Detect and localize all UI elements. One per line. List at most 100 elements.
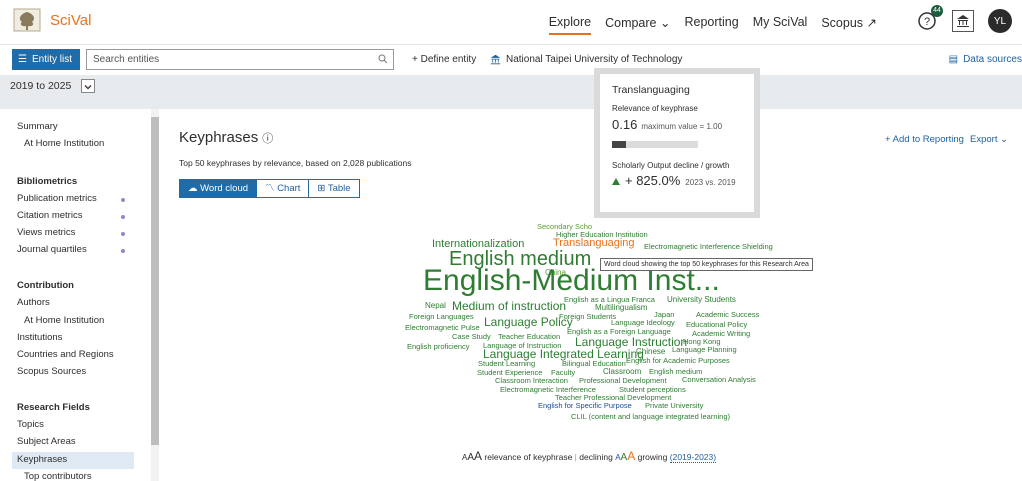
keyphrase-word[interactable]: Teacher Education <box>498 333 560 341</box>
plus-icon: + <box>412 54 418 65</box>
sidebar-item-at-home-institution[interactable]: At Home Institution <box>24 315 104 326</box>
sidebar-item-institutions[interactable]: Institutions <box>17 332 62 343</box>
tab-table[interactable]: ⊞ Table <box>308 179 360 198</box>
keyphrase-word[interactable]: Medium of instruction <box>452 300 566 312</box>
keyphrase-word[interactable]: Electromagnetic Interference Shielding <box>644 243 773 251</box>
metric-dot-icon <box>121 232 125 236</box>
year-range-dropdown[interactable] <box>81 79 95 93</box>
relevance-bar <box>612 141 698 148</box>
institution-icon <box>957 15 969 27</box>
database-icon: ▤ <box>948 54 959 65</box>
sidebar-item-citation-metrics[interactable]: Citation metrics <box>17 210 82 221</box>
legend-size-medium: A <box>467 452 475 463</box>
user-avatar[interactable]: YL <box>988 9 1012 33</box>
sidebar-item-countries-and-regions[interactable]: Countries and Regions <box>17 349 114 360</box>
nav-explore[interactable]: Explore <box>548 15 592 35</box>
legend-color-growing: A <box>627 449 636 463</box>
keyphrase-word[interactable]: Multilingualism <box>595 304 647 312</box>
metric-dot-icon <box>121 198 125 202</box>
keyphrase-word[interactable]: English for Specific Purpose <box>538 402 632 410</box>
external-link-icon: ↗ <box>866 16 877 30</box>
nav-scopus[interactable]: Scopus ↗ <box>821 15 877 35</box>
sidebar-item-authors[interactable]: Authors <box>17 297 50 308</box>
keyphrase-word[interactable]: Private University <box>645 402 703 410</box>
keyphrase-word[interactable]: Language Planning <box>672 346 737 354</box>
line-chart-icon: 〽 <box>265 183 275 194</box>
keyphrase-word[interactable]: University Students <box>667 296 736 304</box>
keyphrase-word[interactable]: Chinese <box>636 348 665 356</box>
legend-period-link[interactable]: (2019-2023) <box>669 452 717 463</box>
institution-icon <box>490 54 501 65</box>
sidebar-item-summary[interactable]: Summary <box>17 121 58 132</box>
keyphrase-word[interactable]: Educational Policy <box>686 321 747 329</box>
keyphrase-word[interactable]: Language Policy <box>484 316 573 328</box>
sidebar-item-scopus-sources[interactable]: Scopus Sources <box>17 366 86 377</box>
sidebar-item-bibliometrics: Bibliometrics <box>17 176 78 187</box>
keyphrase-word[interactable]: Professional Development <box>579 377 667 385</box>
chevron-down-icon: ⌄ <box>660 16 671 30</box>
search-input[interactable]: Search entities <box>86 49 394 70</box>
add-to-reporting-link[interactable]: + Add to Reporting <box>885 134 964 145</box>
info-icon[interactable]: ⓘ <box>262 133 273 145</box>
sidebar-scrollbar-thumb[interactable] <box>151 117 159 445</box>
sidebar-item-topics[interactable]: Topics <box>17 419 44 430</box>
legend-relevance-label: relevance of keyphrase <box>484 452 573 462</box>
keyphrase-word[interactable]: English proficiency <box>407 343 470 351</box>
growth-up-icon <box>612 178 620 185</box>
keyphrase-word[interactable]: Electromagnetic Pulse <box>405 324 480 332</box>
sidebar-item-keyphrases[interactable]: Keyphrases <box>17 454 67 465</box>
app-name: SciVal <box>50 11 92 29</box>
entity-list-button[interactable]: ☰ Entity list <box>12 49 80 70</box>
search-icon <box>378 54 388 64</box>
scival-logo[interactable]: SciVal <box>12 7 91 33</box>
keyphrase-word[interactable]: Conversation Analysis <box>682 376 756 384</box>
sidebar-item-top-contributors[interactable]: Top contributors <box>24 471 92 481</box>
define-entity-button[interactable]: + Define entity <box>412 54 476 65</box>
page-title: Keyphrases ⓘ <box>179 129 274 146</box>
keyphrase-word[interactable]: English for Academic Purposes <box>626 357 730 365</box>
sidebar-item-at-home-institution[interactable]: At Home Institution <box>24 138 104 149</box>
sidebar-item-contribution: Contribution <box>17 280 74 291</box>
sidebar-item-journal-quartiles[interactable]: Journal quartiles <box>17 244 87 255</box>
nav-compare[interactable]: Compare ⌄ <box>605 15 670 35</box>
view-tabs: ☁ Word cloud 〽 Chart ⊞ Table <box>179 179 360 198</box>
relevance-value: 0.16 <box>612 117 638 132</box>
header-icons: ? 44 YL <box>916 5 1012 33</box>
keyphrase-word[interactable]: CLIL (content and language integrated le… <box>571 413 730 421</box>
keyphrase-word[interactable]: Language Ideology <box>611 319 675 327</box>
metric-dot-icon <box>121 215 125 219</box>
sidebar-item-subject-areas[interactable]: Subject Areas <box>17 436 76 447</box>
keyphrase-word[interactable]: Academic Success <box>696 311 759 319</box>
current-institution[interactable]: National Taipei University of Technology <box>490 54 682 65</box>
entity-toolbar: ☰ Entity list Search entities + Define e… <box>0 44 1022 74</box>
nav-reporting[interactable]: Reporting <box>684 15 738 35</box>
word-cloud-tooltip: Word cloud showing the top 50 keyphrases… <box>600 258 813 271</box>
growth-period: 2023 vs. 2019 <box>685 178 736 187</box>
keyphrase-word[interactable]: Classroom <box>603 368 641 376</box>
relevance-bar-fill <box>612 141 626 148</box>
sidebar-item-publication-metrics[interactable]: Publication metrics <box>17 193 97 204</box>
menu-icon: ☰ <box>18 54 27 65</box>
keyphrase-word[interactable]: Nepal <box>425 302 446 310</box>
legend-declining-label: declining <box>579 452 613 462</box>
sidebar-item-views-metrics[interactable]: Views metrics <box>17 227 75 238</box>
year-range-bar: 2019 to 2025 <box>0 75 1022 109</box>
help-button[interactable]: ? 44 <box>916 5 943 32</box>
keyphrase-word[interactable]: Classroom Interaction <box>495 377 568 385</box>
legend-size-large: A <box>474 449 483 463</box>
metric-dot-icon <box>121 249 125 253</box>
tab-chart[interactable]: 〽 Chart <box>256 179 310 198</box>
keyphrase-word[interactable]: Case Study <box>452 333 491 341</box>
nav-my-scival[interactable]: My SciVal <box>753 15 808 35</box>
chevron-down-icon <box>84 85 92 90</box>
institution-button[interactable] <box>952 10 974 32</box>
data-sources-button[interactable]: ▤ Data sources <box>949 54 1022 65</box>
legend-growing-label: growing <box>637 452 668 462</box>
keyphrase-word[interactable]: Student Learning <box>478 360 535 368</box>
growth-value: + 825.0% <box>625 173 681 188</box>
tab-word-cloud[interactable]: ☁ Word cloud <box>179 179 258 198</box>
relevance-max: maximum value = 1.00 <box>641 122 723 131</box>
word-cloud-legend: AAA relevance of keyphrase | declining A… <box>462 449 717 463</box>
keyphrase-word[interactable]: Foreign Languages <box>409 313 474 321</box>
export-menu[interactable]: Export ⌄ <box>970 134 1008 145</box>
